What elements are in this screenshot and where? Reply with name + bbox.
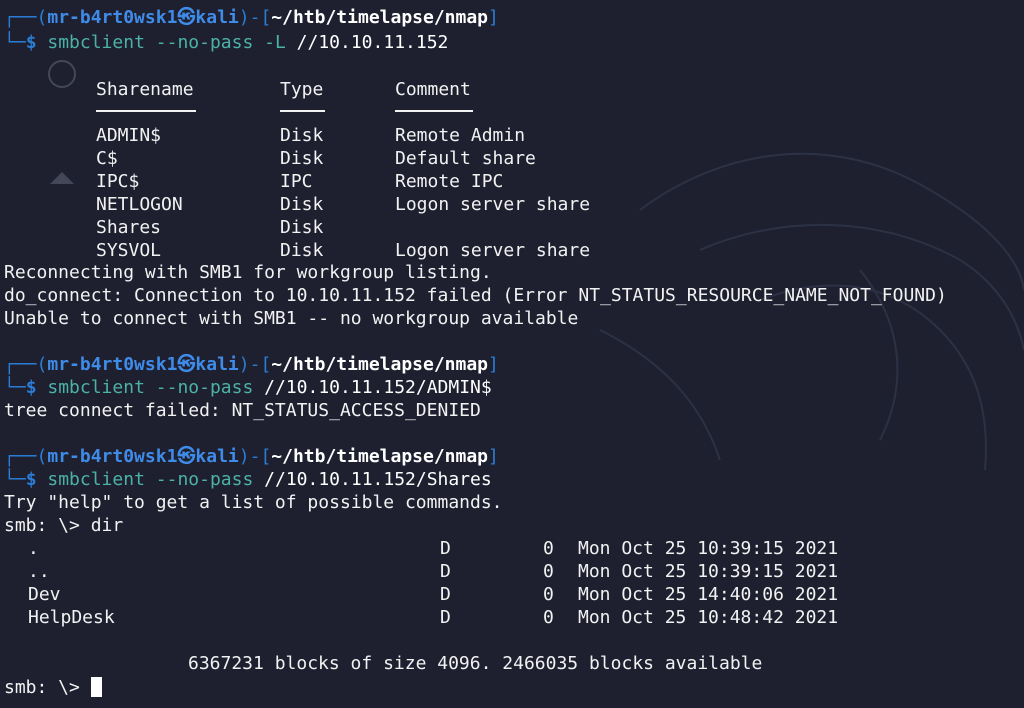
share-comment: Logon server share (395, 194, 591, 215)
desktop-icon-home (34, 172, 90, 190)
command-line: └─$ smbclient --no-pass -L //10.10.11.15… (4, 32, 449, 53)
share-type: Disk (280, 240, 324, 261)
final-smb-prompt-line[interactable]: smb: \> (4, 676, 102, 699)
share-type: Disk (280, 217, 324, 238)
dir-entry-size: 0 (543, 584, 554, 605)
dir-entry-attr: D (440, 607, 451, 628)
smb-prompt: smb: \> (4, 515, 80, 536)
share-name: IPC$ (96, 171, 140, 192)
share-comment: Logon server share (395, 240, 591, 261)
text-cursor[interactable] (90, 677, 102, 697)
share-comment: Remote IPC (395, 171, 504, 192)
share-comment: Default share (395, 148, 536, 169)
disc-icon (48, 60, 76, 88)
dir-entry-size: 0 (543, 607, 554, 628)
dir-entry-attr: D (440, 538, 451, 559)
dir-entry-name: .. (28, 561, 50, 582)
share-name: C$ (96, 148, 118, 169)
header-sharename: Sharename (96, 79, 194, 100)
share-name: Shares (96, 217, 162, 238)
dir-entry-attr: D (440, 584, 451, 605)
output-line: tree connect failed: NT_STATUS_ACCESS_DE… (4, 400, 481, 421)
share-type: IPC (280, 171, 313, 192)
prompt-line: ┌──(mr-b4rt0wsk1㉿kali)-[~/htb/timelapse/… (4, 354, 499, 375)
command-line: └─$ smbclient --no-pass //10.10.11.152/A… (4, 377, 492, 398)
dir-entry-size: 0 (543, 561, 554, 582)
terminal-window[interactable]: ┌──(mr-b4rt0wsk1㉿kali)-[~/htb/timelapse/… (0, 0, 1024, 708)
dir-entry-name: HelpDesk (28, 607, 115, 628)
share-type: Disk (280, 194, 324, 215)
output-line: do_connect: Connection to 10.10.11.152 f… (4, 285, 947, 306)
dir-entry-attr: D (440, 561, 451, 582)
dir-entry-date: Mon Oct 25 10:48:42 2021 (578, 607, 839, 628)
header-comment: Comment (395, 79, 471, 100)
share-name: SYSVOL (96, 240, 162, 261)
share-comment: Remote Admin (395, 125, 526, 146)
share-type: Disk (280, 125, 324, 146)
header-underline (280, 110, 325, 112)
dir-entry-name: . (28, 538, 39, 559)
dir-entry-date: Mon Oct 25 10:39:15 2021 (578, 538, 839, 559)
dir-entry-name: Dev (28, 584, 61, 605)
header-type: Type (280, 79, 324, 100)
prompt-line: ┌──(mr-b4rt0wsk1㉿kali)-[~/htb/timelapse/… (4, 7, 499, 28)
dir-entry-date: Mon Oct 25 14:40:06 2021 (578, 584, 839, 605)
share-name: NETLOGON (96, 194, 183, 215)
smb-command: dir (90, 515, 124, 536)
desktop-icon-filesystem (34, 60, 90, 94)
dir-entry-size: 0 (543, 538, 554, 559)
output-line: Unable to connect with SMB1 -- no workgr… (4, 308, 579, 329)
output-line: Try "help" to get a list of possible com… (4, 492, 503, 513)
home-icon (50, 172, 74, 184)
smb-prompt: smb: \> (4, 677, 80, 698)
header-underline (395, 110, 473, 112)
share-type: Disk (280, 148, 324, 169)
dir-entry-date: Mon Oct 25 10:39:15 2021 (578, 561, 839, 582)
command-line: └─$ smbclient --no-pass //10.10.11.152/S… (4, 469, 492, 490)
output-line: Reconnecting with SMB1 for workgroup lis… (4, 262, 492, 283)
smb-command-line: smb: \> dir (4, 514, 123, 537)
header-underline (96, 110, 196, 112)
share-name: ADMIN$ (96, 125, 162, 146)
prompt-line: ┌──(mr-b4rt0wsk1㉿kali)-[~/htb/timelapse/… (4, 446, 499, 467)
blocks-summary: 6367231 blocks of size 4096. 2466035 blo… (188, 653, 763, 674)
